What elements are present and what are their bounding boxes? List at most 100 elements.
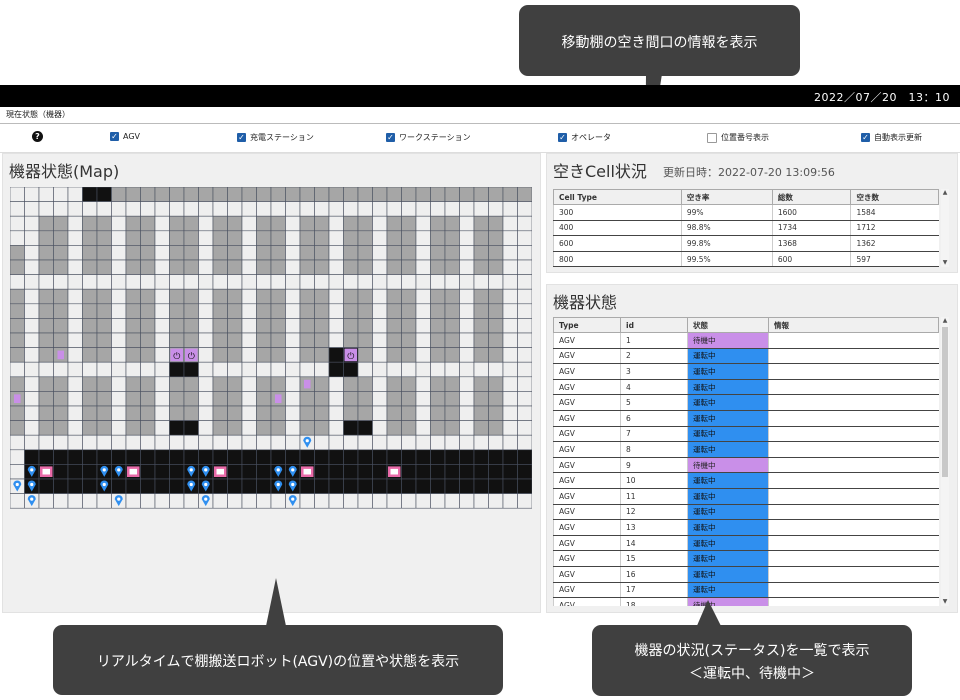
scroll-up-icon[interactable]: ▲ [941,189,949,197]
table-row[interactable]: AGV 16 運転中 [553,566,939,583]
table-row[interactable]: AGV 4 運転中 [553,379,939,396]
checkbox-icon[interactable] [707,132,717,143]
cell-table-scrollbar[interactable]: ▲ ▼ [941,189,949,267]
checkbox-icon[interactable]: ✓ [110,132,119,141]
column-header[interactable]: id [620,317,688,333]
table-cell: AGV [553,332,621,349]
table-row[interactable]: AGV 12 運転中 [553,504,939,521]
table-row[interactable]: AGV 8 運転中 [553,441,939,458]
checkbox-icon[interactable]: ✓ [558,133,567,142]
checkbox-icon[interactable]: ✓ [861,133,870,142]
help-icon[interactable]: ? [32,131,43,142]
map-cell [473,201,489,217]
table-row[interactable]: AGV 17 運転中 [553,582,939,599]
column-header[interactable]: 状態 [687,317,769,333]
map-cell [154,303,170,319]
map-cell [314,347,330,363]
filter-charging-station[interactable]: ✓ 充電ステーション [237,132,314,143]
map-cell [53,420,69,436]
table-row[interactable]: 800 99.5% 600 597 [553,251,939,268]
map-cell [517,391,532,407]
map-cell [270,434,286,451]
table-row[interactable]: AGV 5 運転中 [553,394,939,411]
map-cell [285,245,301,261]
map-cell [183,361,199,378]
status-badge: 運転中 [687,363,769,380]
column-header[interactable]: 総数 [771,189,852,205]
table-row[interactable]: AGV 10 運転中 [553,472,939,489]
map-cell [517,405,532,421]
map-cell [473,405,489,421]
map-cell [401,230,417,246]
map-cell [444,245,460,261]
table-cell: 597 [850,251,939,268]
device-table-scrollbar[interactable]: ▲ ▼ [941,317,949,606]
checkbox-icon[interactable]: ✓ [237,133,246,142]
table-row[interactable]: AGV 11 運転中 [553,488,939,505]
filter-operator[interactable]: ✓ オペレータ [558,132,611,143]
table-cell: AGV [553,363,621,380]
map-cell [212,332,228,348]
table-row[interactable]: AGV 13 運転中 [553,519,939,536]
filter-agv[interactable]: ✓ AGV [110,132,140,141]
scroll-down-icon[interactable]: ▼ [941,259,949,267]
warehouse-map[interactable]: ⏻ ⏻ ⏻ [10,187,532,580]
map-cell [183,303,199,319]
device-table-viewport[interactable]: Type id 状態 情報 AGV 1 待機中 AGV 2 運転中 AGV 3 運転中 AGV 4 運転中 A… [553,317,939,606]
info-cell [768,441,939,458]
filter-work-station[interactable]: ✓ ワークステーション [386,132,471,143]
map-cell [502,493,518,509]
column-header[interactable]: 空き数 [850,189,939,205]
map-cell [444,230,460,246]
map-cell [415,376,431,392]
table-row[interactable]: AGV 2 運転中 [553,348,939,365]
map-cell [140,332,156,348]
scroll-up-icon[interactable]: ▲ [941,317,949,325]
table-row[interactable]: AGV 7 運転中 [553,426,939,443]
filter-auto-refresh[interactable]: ✓ 自動表示更新 [861,132,922,143]
map-cell [415,449,431,465]
map-cell [270,318,286,334]
table-row[interactable]: AGV 6 運転中 [553,410,939,427]
cell-status-updated: 更新日時：2022-07-20 13:09:56 [663,166,835,179]
scroll-thumb[interactable] [942,327,948,477]
map-cell [270,405,286,421]
checkbox-icon[interactable]: ✓ [386,133,395,142]
table-row[interactable]: 400 98.8% 1734 1712 [553,220,939,237]
table-row[interactable]: AGV 18 待機中 [553,597,939,606]
table-cell: AGV [553,566,621,583]
map-cell [328,274,344,290]
map-cell [299,303,315,319]
table-cell: AGV [553,457,621,474]
map-cell [183,288,199,305]
device-status-panel: 機器状態 Type id 状態 情報 AGV 1 待機中 AGV 2 運転中 AGV 3 運転中 AGV… [546,284,958,613]
map-cell [241,215,257,232]
table-row[interactable]: AGV 1 待機中 [553,332,939,349]
map-cell [430,215,446,232]
map-cell [386,361,402,378]
status-badge: 運転中 [687,410,769,427]
column-header[interactable]: 情報 [768,317,939,333]
map-cell [444,318,460,334]
map-cell [227,303,243,319]
map-cell [343,274,359,290]
table-row[interactable]: 300 99% 1600 1584 [553,204,939,221]
map-cell [241,259,257,275]
map-cell [67,405,83,421]
table-row[interactable]: AGV 14 運転中 [553,535,939,552]
table-row[interactable]: AGV 9 待機中 [553,457,939,474]
map-cell [357,245,373,261]
map-cell [38,361,54,378]
column-header[interactable]: Cell Type [553,189,682,205]
map-cell [154,376,170,392]
table-row[interactable]: 600 99.8% 1368 1362 [553,235,939,252]
table-row[interactable]: AGV 15 運転中 [553,550,939,567]
filter-position-number[interactable]: 位置番号表示 [707,132,769,143]
map-cell [256,274,272,290]
column-header[interactable]: 空き率 [680,189,773,205]
map-cell [10,405,25,421]
column-header[interactable]: Type [553,317,621,333]
map-cell [285,449,301,465]
scroll-down-icon[interactable]: ▼ [941,598,949,606]
table-row[interactable]: AGV 3 運転中 [553,363,939,380]
